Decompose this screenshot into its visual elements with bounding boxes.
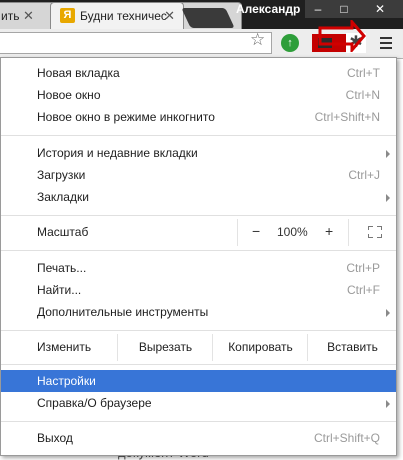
new-tab-button[interactable] [181, 8, 235, 28]
cut-button[interactable]: Вырезать [117, 334, 213, 361]
menu-item-label: Новое окно в режиме инкогнито [37, 110, 215, 124]
menu-item-help[interactable]: Справка/О браузере [1, 392, 396, 414]
tab-active[interactable]: Я Будни техничес ✕ [50, 2, 184, 29]
minimize-button[interactable]: – [305, 0, 331, 18]
tab-title: Будни техничес [80, 9, 167, 23]
menu-zoom-row: Масштаб − 100% + [1, 219, 396, 246]
fullscreen-icon[interactable] [368, 226, 382, 238]
menu-item-print[interactable]: Печать... Ctrl+P [1, 257, 396, 279]
menu-item-bookmarks[interactable]: Закладки [1, 186, 396, 208]
menu-item-history[interactable]: История и недавние вкладки [1, 142, 396, 164]
menu-item-shortcut: Ctrl+F [347, 283, 380, 297]
menu-item-label: Новая вкладка [37, 66, 120, 80]
address-bar[interactable] [0, 32, 272, 54]
menu-item-label: История и недавние вкладки [37, 146, 198, 160]
menu-item-label: Справка/О браузере [37, 396, 152, 410]
menu-item-label: Дополнительные инструменты [37, 305, 209, 319]
menu-item-shortcut: Ctrl+Shift+N [314, 110, 380, 124]
tab-strip: ить ✕ Я Будни техничес ✕ Александр – □ ✕ [0, 0, 403, 29]
submenu-arrow-icon [386, 194, 390, 202]
menu-item-incognito[interactable]: Новое окно в режиме инкогнито Ctrl+Shift… [1, 106, 396, 128]
submenu-arrow-icon [386, 400, 390, 408]
menu-divider [1, 250, 396, 251]
menu-edit-row: Изменить Вырезать Копировать Вставить [1, 334, 396, 361]
menu-divider [1, 364, 396, 365]
extension-red-inner [318, 38, 332, 48]
tab-title: ить [1, 9, 20, 23]
menu-item-label: Загрузки [37, 168, 86, 182]
yandex-icon: Я [60, 8, 75, 23]
tab-close-icon[interactable]: ✕ [23, 8, 34, 24]
menu-item-shortcut: Ctrl+N [345, 88, 380, 102]
menu-divider [1, 135, 396, 136]
menu-item-shortcut: Ctrl+T [347, 66, 380, 80]
menu-item-label: Печать... [37, 261, 87, 275]
edit-label: Изменить [37, 340, 92, 354]
profile-name[interactable]: Александр [236, 2, 300, 16]
zoom-level: 100% [277, 225, 308, 239]
menu-item-label: Выход [37, 431, 73, 445]
menu-divider [1, 330, 396, 331]
menu-item-label: Найти... [37, 283, 82, 297]
tab-close-icon[interactable]: ✕ [164, 8, 175, 24]
menu-item-settings[interactable]: Настройки [1, 370, 396, 392]
paste-button[interactable]: Вставить [307, 334, 397, 361]
toolbar: ☆ ↑ ✱ [0, 29, 403, 59]
menu-item-label: Закладки [37, 190, 89, 204]
copy-button[interactable]: Копировать [212, 334, 308, 361]
menu-divider [1, 421, 396, 422]
submenu-arrow-icon [386, 309, 390, 317]
menu-item-shortcut: Ctrl+Shift+Q [313, 431, 380, 445]
extension-star-icon[interactable]: ✱ [346, 33, 366, 53]
submenu-arrow-icon [386, 150, 390, 158]
menu-item-label: Новое окно [37, 88, 101, 102]
menu-divider [1, 215, 396, 216]
close-window-button[interactable]: ✕ [357, 0, 403, 18]
zoom-label: Масштаб [37, 225, 89, 239]
zoom-controls: − 100% + [237, 219, 349, 246]
menu-item-label: Настройки [37, 374, 96, 388]
menu-item-find[interactable]: Найти... Ctrl+F [1, 279, 396, 301]
menu-item-new-window[interactable]: Новое окно Ctrl+N [1, 84, 396, 106]
menu-item-new-tab[interactable]: Новая вкладка Ctrl+T [1, 62, 396, 84]
extension-red-icon[interactable] [312, 34, 350, 52]
menu-item-more-tools[interactable]: Дополнительные инструменты [1, 301, 396, 323]
extension-green-icon[interactable]: ↑ [281, 34, 299, 52]
browser-menu: Новая вкладка Ctrl+T Новое окно Ctrl+N Н… [0, 57, 397, 456]
menu-item-shortcut: Ctrl+J [348, 168, 380, 182]
zoom-in-button[interactable]: + [325, 223, 333, 239]
maximize-button[interactable]: □ [331, 0, 357, 18]
menu-item-shortcut: Ctrl+P [346, 261, 380, 275]
zoom-out-button[interactable]: − [252, 223, 260, 239]
menu-item-downloads[interactable]: Загрузки Ctrl+J [1, 164, 396, 186]
menu-item-exit[interactable]: Выход Ctrl+Shift+Q [1, 427, 396, 449]
bookmark-star-icon[interactable]: ☆ [250, 30, 265, 50]
hamburger-menu-icon[interactable] [377, 34, 395, 52]
